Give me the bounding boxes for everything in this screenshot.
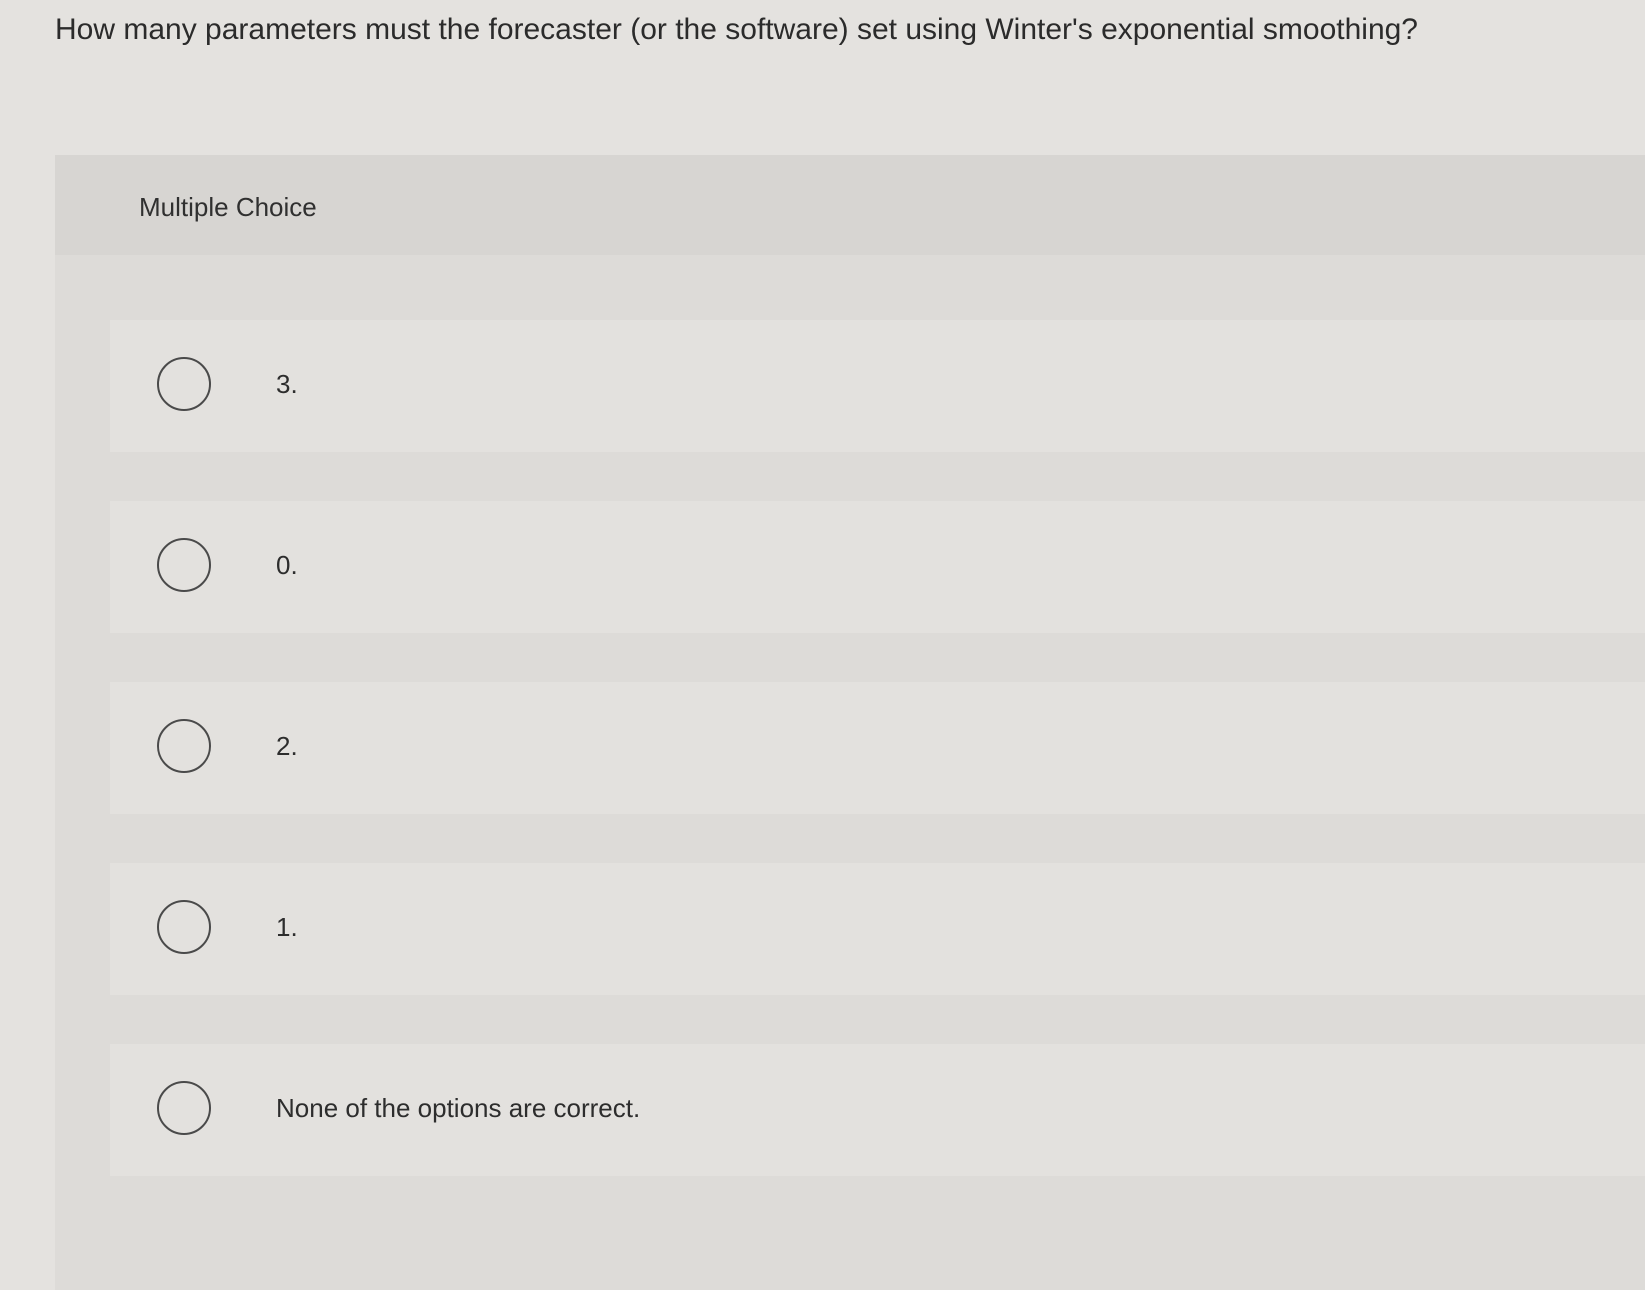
panel-title: Multiple Choice [139, 192, 317, 222]
radio-button-icon[interactable] [157, 1081, 211, 1135]
answer-options: 3. 0. 2. 1. None of the options are corr… [110, 320, 1645, 1225]
answer-option-4[interactable]: 1. [110, 863, 1645, 995]
answer-option-1[interactable]: 3. [110, 320, 1645, 452]
panel-header: Multiple Choice [55, 155, 1645, 255]
answer-option-label: 0. [276, 550, 298, 580]
radio-button-icon[interactable] [157, 900, 211, 954]
answer-option-label: 2. [276, 731, 298, 761]
answer-option-label: None of the options are correct. [276, 1093, 641, 1123]
radio-button-icon[interactable] [157, 538, 211, 592]
question-text: How many parameters must the forecaster … [55, 13, 1418, 46]
answer-option-label: 1. [276, 912, 298, 942]
answer-option-3[interactable]: 2. [110, 682, 1645, 814]
radio-button-icon[interactable] [157, 357, 211, 411]
multiple-choice-panel: Multiple Choice 3. 0. 2. 1. None of the … [55, 155, 1645, 1290]
radio-button-icon[interactable] [157, 719, 211, 773]
answer-option-label: 3. [276, 369, 298, 399]
answer-option-5[interactable]: None of the options are correct. [110, 1044, 1645, 1176]
answer-option-2[interactable]: 0. [110, 501, 1645, 633]
